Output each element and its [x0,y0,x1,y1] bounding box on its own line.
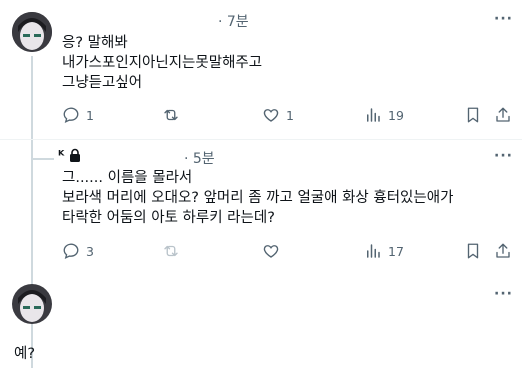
bookmark-icon [467,107,479,123]
tweet-text: 그...... 이름을 몰라서 보라색 머리에 오대오? 앞머리 좀 까고 얼굴… [62,168,453,228]
tweet-time[interactable]: · 5분 [184,148,215,168]
avatar-image [12,12,52,52]
heart-icon [263,245,279,258]
tweet-text-line: 응? 말해봐 [62,35,128,51]
share-icon [496,243,510,258]
views-button[interactable]: 19 [364,106,404,124]
reply-button[interactable]: 3 [62,242,94,260]
retweet-button[interactable] [162,106,180,124]
tweet-text-line: 그냥듣고싶어 [62,75,143,91]
like-button[interactable] [262,242,280,260]
avatar[interactable] [12,12,52,52]
retweet-button-disabled[interactable] [162,242,180,260]
retweet-icon [164,245,178,257]
username[interactable]: ᴷ [58,148,81,164]
more-options-button[interactable]: ··· [494,11,513,27]
username-text: ᴷ [58,149,65,164]
heart-icon [263,109,279,122]
reply-connector [32,158,54,160]
retweet-icon [164,109,178,121]
reply-icon [63,243,79,259]
share-icon [496,107,510,122]
bookmark-button[interactable] [464,242,482,260]
reply-button[interactable]: 1 [62,106,94,124]
reply-icon [63,107,79,123]
more-options-button[interactable]: ··· [494,286,513,302]
analytics-icon [367,244,380,258]
tweet-time[interactable]: · 7분 [218,11,249,31]
view-count: 17 [388,243,404,259]
bookmark-button[interactable] [464,106,482,124]
share-button[interactable] [494,106,512,124]
more-options-button[interactable]: ··· [494,148,513,164]
views-button[interactable]: 17 [364,242,404,260]
reply-text: 예? [14,346,36,362]
reply-count: 3 [86,243,94,259]
divider [0,139,522,140]
bookmark-icon [467,243,479,259]
tweet-text-line: 내가스포인지아닌지는못말해주고 [62,55,263,71]
tweet-text-line: 타락한 어둠의 아토 하루키 라는데? [62,210,275,226]
tweet-text-line: 보라색 머리에 오대오? 앞머리 좀 까고 얼굴애 화상 흉터있는애가 [62,190,454,206]
view-count: 19 [388,107,404,123]
share-button[interactable] [494,242,512,260]
analytics-icon [367,108,380,122]
reply-count: 1 [86,107,94,123]
lock-icon [69,148,80,162]
like-button[interactable]: 1 [262,106,294,124]
like-count: 1 [286,107,294,123]
tweet-text: 응? 말해봐 내가스포인지아닌지는못말해주고 그냥듣고싶어 [62,33,262,93]
avatar[interactable] [12,284,52,324]
avatar-image [12,284,52,324]
tweet-text-line: 그...... 이름을 몰라서 [62,170,193,186]
